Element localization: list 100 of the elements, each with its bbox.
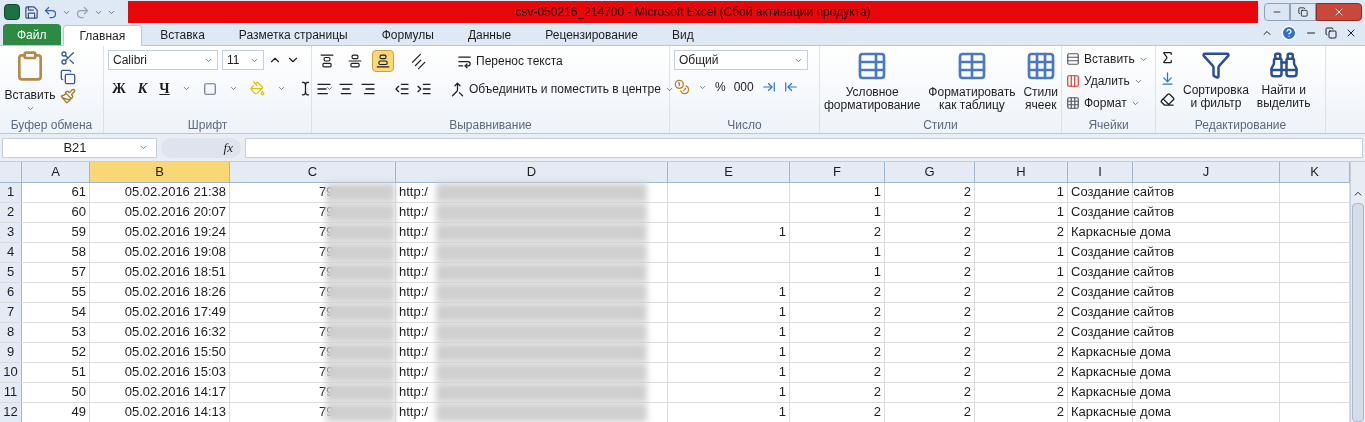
table-cell-text: 51 bbox=[71, 363, 86, 382]
editing-button[interactable]: Сортировка и фильтр bbox=[1183, 50, 1249, 117]
cells-button[interactable]: Формат bbox=[1066, 94, 1148, 112]
function-label[interactable]: fx bbox=[223, 137, 233, 158]
align-left-icon[interactable] bbox=[316, 81, 332, 97]
align-center-icon[interactable] bbox=[338, 81, 354, 97]
save-icon[interactable] bbox=[24, 4, 39, 20]
restore-icon bbox=[1298, 7, 1308, 17]
ribbon-tab[interactable]: Данные bbox=[451, 24, 528, 45]
formula-field[interactable] bbox=[245, 137, 1363, 158]
table-cell-text: 1 bbox=[1056, 263, 1064, 282]
window-title: csv-050216_214700 - Microsoft Excel (Сбой активации продукта) bbox=[515, 4, 871, 21]
group-label: Редактирование bbox=[1194, 117, 1287, 134]
vertical-scrollbar[interactable] bbox=[1350, 162, 1365, 422]
table-cell-text: 55 bbox=[71, 283, 86, 302]
ribbon-tab[interactable]: Формулы bbox=[365, 24, 450, 45]
table-cell-text: http:/ bbox=[399, 223, 428, 242]
table-cell-text: 05.02.2016 18:26 bbox=[124, 283, 226, 302]
ribbon-tab[interactable]: Главная bbox=[62, 25, 143, 46]
table-cell-text: Каркасные дома bbox=[1071, 223, 1172, 242]
table-cell-text: 50 bbox=[71, 383, 86, 402]
fill-icon[interactable] bbox=[1160, 71, 1175, 86]
table-cell-text: 1 bbox=[778, 323, 786, 342]
table-cell-text: 60 bbox=[71, 203, 86, 222]
table-cell-text: 05.02.2016 21:38 bbox=[124, 183, 226, 202]
percent-button[interactable]: % bbox=[715, 78, 726, 96]
currency-icon[interactable] bbox=[674, 79, 690, 95]
autosum-icon[interactable] bbox=[1160, 50, 1175, 65]
table-cell-text: 2 bbox=[1056, 403, 1064, 422]
column-header[interactable]: J bbox=[1133, 162, 1280, 182]
column-header[interactable]: D bbox=[396, 162, 668, 182]
styles-button[interactable]: Условное форматирование bbox=[824, 50, 921, 112]
increase-decimal-icon[interactable] bbox=[761, 80, 776, 94]
restore-icon[interactable] bbox=[1325, 27, 1337, 39]
restore-button[interactable] bbox=[1290, 3, 1316, 21]
column-header[interactable]: B bbox=[90, 162, 230, 182]
table-cell-text: 1 bbox=[778, 343, 786, 362]
decrease-decimal-icon[interactable] bbox=[783, 80, 798, 94]
scroll-thumb[interactable] bbox=[1352, 203, 1364, 422]
table-cell-text: http:/ bbox=[399, 183, 428, 202]
ribbon-tab[interactable]: Вид bbox=[655, 24, 710, 45]
italic-button[interactable]: К bbox=[137, 78, 148, 99]
table-cell-text: 1 bbox=[1056, 203, 1064, 222]
close-icon[interactable] bbox=[1345, 27, 1357, 39]
increase-indent-icon[interactable] bbox=[416, 81, 432, 97]
file-tab[interactable]: Файл bbox=[3, 24, 61, 45]
undo-icon[interactable] bbox=[43, 4, 58, 20]
caret-icon[interactable] bbox=[324, 84, 334, 93]
borders-icon[interactable] bbox=[202, 81, 217, 96]
close-icon bbox=[1333, 6, 1345, 18]
vertical-align-button[interactable] bbox=[372, 50, 394, 72]
font-name-field[interactable]: Calibri bbox=[108, 50, 218, 70]
styles-button[interactable]: Стили ячеек bbox=[1023, 50, 1058, 112]
column-header[interactable]: G bbox=[885, 162, 975, 182]
table-cell-text: 05.02.2016 18:51 bbox=[124, 263, 226, 282]
help-icon[interactable] bbox=[1281, 25, 1297, 41]
column-header[interactable]: C bbox=[230, 162, 396, 182]
decrease-indent-icon[interactable] bbox=[394, 81, 410, 97]
column-header[interactable]: F bbox=[790, 162, 885, 182]
number-format-field[interactable]: Общий bbox=[674, 50, 808, 70]
group-label: Ячейки bbox=[1088, 117, 1129, 134]
table-cell-text: 2 bbox=[963, 403, 971, 422]
name-box[interactable]: B21 bbox=[2, 137, 157, 158]
format-painter-icon[interactable] bbox=[60, 88, 76, 104]
align-icon bbox=[376, 54, 390, 68]
table-cell-text: Каркасные дома bbox=[1071, 343, 1172, 362]
paste-button[interactable]: Вставить bbox=[4, 50, 56, 117]
copy-icon[interactable] bbox=[60, 69, 76, 85]
column-header[interactable]: H bbox=[975, 162, 1068, 182]
table-cell-text: Создание сайтов bbox=[1071, 183, 1175, 202]
table-cell-text: 1 bbox=[873, 203, 881, 222]
minimize-button[interactable] bbox=[1264, 3, 1290, 21]
close-button[interactable] bbox=[1316, 3, 1362, 21]
table-cell-text: 05.02.2016 14:17 bbox=[124, 383, 226, 402]
eraser-icon[interactable] bbox=[1160, 92, 1175, 107]
merge-center-button[interactable]: Объединить и поместить в центре bbox=[450, 80, 674, 98]
fill-color-icon[interactable] bbox=[249, 81, 265, 96]
align-right-icon[interactable] bbox=[360, 81, 376, 97]
cells-button[interactable]: Вставить bbox=[1066, 50, 1148, 68]
editing-button[interactable]: Найти и выделить bbox=[1256, 50, 1311, 117]
bold-button[interactable]: Ж bbox=[112, 78, 126, 99]
wrap-text-button[interactable]: Перенос текста bbox=[457, 52, 563, 70]
table-cell-text: 2 bbox=[963, 363, 971, 382]
ribbon-tab[interactable]: Рецензирование bbox=[529, 24, 654, 45]
table-cell-text: http:/ bbox=[399, 203, 428, 222]
column-header[interactable]: E bbox=[668, 162, 790, 182]
thousands-button[interactable]: 000 bbox=[733, 78, 754, 96]
ribbon-tab[interactable]: Разметка страницы bbox=[222, 24, 364, 45]
cells-button[interactable]: Удалить bbox=[1066, 72, 1148, 90]
underline-button[interactable]: Ч bbox=[159, 78, 170, 99]
table-cell-text: 2 bbox=[963, 283, 971, 302]
table-cell-text: 54 bbox=[71, 303, 86, 322]
styles-button[interactable]: Форматировать как таблицу bbox=[928, 50, 1016, 112]
cut-icon[interactable] bbox=[60, 50, 76, 66]
ribbon-tab[interactable]: Вставка bbox=[144, 24, 221, 45]
table-cell-text: 2 bbox=[1056, 283, 1064, 302]
table-cell-text: 2 bbox=[963, 263, 971, 282]
font-size-field[interactable]: 11 bbox=[222, 50, 264, 70]
table-cell-text: http:/ bbox=[399, 383, 428, 402]
column-header[interactable]: I bbox=[1068, 162, 1133, 182]
